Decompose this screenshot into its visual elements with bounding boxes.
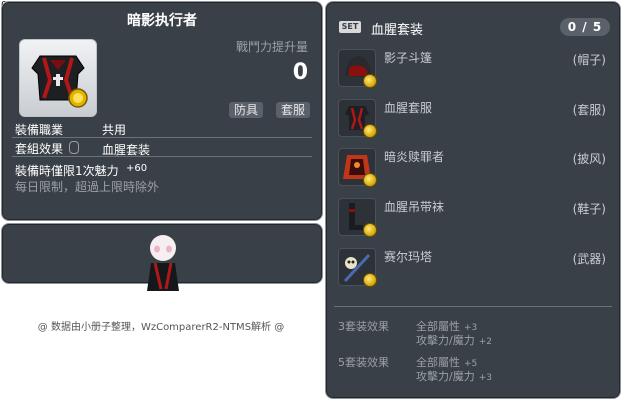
mouse-icon bbox=[69, 141, 79, 154]
hood-icon bbox=[338, 49, 377, 88]
power-value: 0 bbox=[292, 60, 308, 85]
footer-credit: @ 数据由小册子整理，WzComparerR2-NTMS解析 @ bbox=[37, 322, 285, 333]
character-avatar bbox=[147, 235, 179, 291]
set-item-slot: (披风) bbox=[572, 152, 606, 166]
set-item-shoes[interactable]: 血腥吊带袜 (鞋子) bbox=[338, 198, 610, 238]
set-item-slot: (鞋子) bbox=[572, 202, 606, 216]
set-item-name: 影子斗篷 bbox=[384, 51, 433, 65]
job-label: 裝備職業 bbox=[15, 123, 64, 137]
item-title: 暗影执行者 bbox=[127, 13, 197, 29]
set-effect-label: 套組效果 bbox=[15, 142, 64, 156]
set-item-slot: (套服) bbox=[572, 103, 606, 117]
robe-icon bbox=[31, 55, 88, 108]
set-item-suit[interactable]: 血腥套服 (套服) bbox=[338, 99, 610, 139]
set-count: 0 / 5 bbox=[560, 18, 610, 36]
robe-icon bbox=[338, 99, 377, 138]
divider bbox=[12, 156, 312, 157]
divider bbox=[12, 137, 312, 138]
set-item-weapon[interactable]: 赛尔玛塔 (武器) bbox=[338, 248, 610, 288]
cape-icon bbox=[338, 148, 377, 187]
set-item-slot: (帽子) bbox=[572, 53, 606, 67]
set-item-name: 赛尔玛塔 bbox=[384, 250, 433, 264]
avatar-preview-panel bbox=[1, 223, 323, 291]
set-effect-3-line-2: 攻擊力/魔力 +2 bbox=[416, 334, 492, 347]
set-panel: SET 血腥套装 0 / 5 影子斗篷 (帽子) 血腥套服 (套服) 暗炎赎罪者… bbox=[325, 1, 621, 399]
set-item-name: 血腥吊带袜 bbox=[384, 200, 445, 214]
power-label: 戰鬥力提升量 bbox=[235, 40, 308, 54]
time-limit-bonus: +60 bbox=[126, 163, 148, 174]
tag-armor: 防具 bbox=[228, 102, 263, 118]
set-name: 血腥套装 bbox=[371, 23, 424, 38]
job-value: 共用 bbox=[102, 123, 127, 137]
set-item-name: 暗炎赎罪者 bbox=[384, 150, 445, 164]
item-tooltip-panel: 暗影执行者 戰鬥力提升量 0 防具 套服 裝備職業 共用 套組效果 血腥套装 裝… bbox=[1, 1, 323, 221]
daily-limit-note: 每日限制，超過上限時除外 bbox=[15, 180, 160, 194]
weapon-icon bbox=[338, 248, 377, 287]
set-item-name: 血腥套服 bbox=[384, 101, 433, 115]
boots-icon bbox=[338, 198, 377, 237]
set-item-slot: (武器) bbox=[572, 252, 606, 266]
time-limit-label: 裝備時僅限1次魅力 bbox=[15, 164, 119, 178]
set-effect-3-title: 3套装效果 bbox=[338, 320, 389, 333]
set-effect-5-title: 5套装效果 bbox=[338, 356, 389, 369]
divider bbox=[334, 306, 612, 307]
set-item-hat[interactable]: 影子斗篷 (帽子) bbox=[338, 49, 610, 89]
set-badge: SET bbox=[339, 21, 361, 33]
tag-suit: 套服 bbox=[275, 102, 310, 118]
set-item-cape[interactable]: 暗炎赎罪者 (披风) bbox=[338, 148, 610, 188]
set-effect-5-line-2: 攻擊力/魔力 +3 bbox=[416, 370, 492, 383]
item-icon-frame bbox=[19, 39, 97, 117]
